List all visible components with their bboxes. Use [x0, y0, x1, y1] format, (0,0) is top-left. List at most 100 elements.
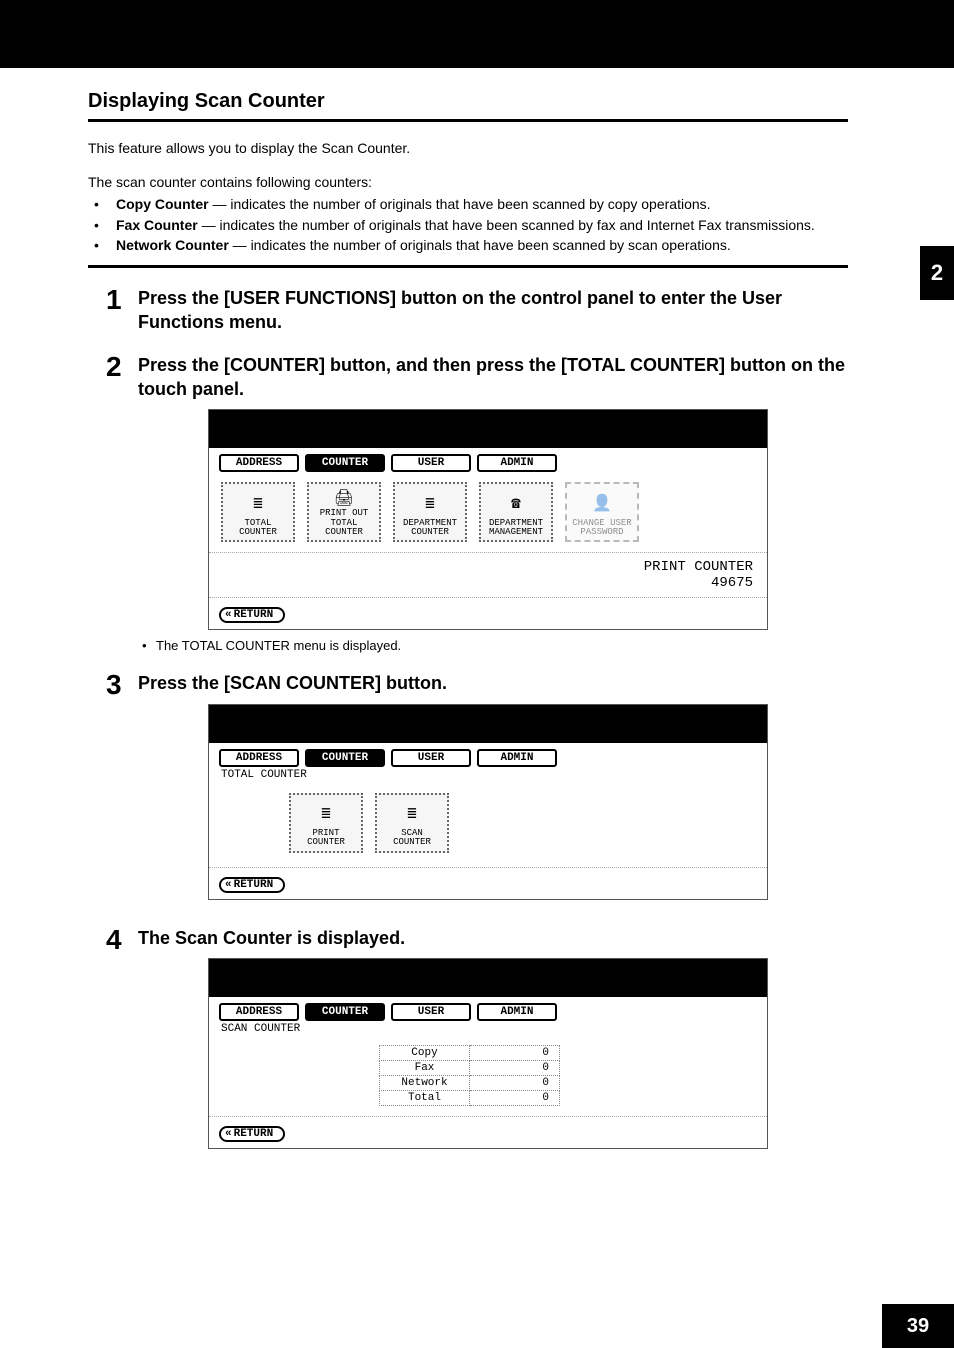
- table-row: Total0: [380, 1090, 560, 1105]
- row-label: Copy: [380, 1045, 470, 1060]
- step-text: Press the [COUNTER] button, and then pre…: [138, 353, 848, 402]
- row-value: 0: [470, 1075, 560, 1090]
- section-title: Displaying Scan Counter: [88, 90, 848, 113]
- print-counter-readout: PRINT COUNTER 49675: [209, 552, 767, 597]
- user-icon: 👤: [592, 487, 612, 518]
- printer-icon: 🖨: [334, 487, 354, 509]
- counter-name: Copy Counter: [116, 196, 209, 212]
- print-counter-button[interactable]: ≣PRINTCOUNTER: [289, 793, 363, 853]
- step-number: 4: [106, 926, 138, 954]
- step-text: Press the [SCAN COUNTER] button.: [138, 671, 848, 695]
- readout-value: 49675: [711, 575, 753, 591]
- tab-counter[interactable]: COUNTER: [305, 454, 385, 472]
- tab-row: ADDRESS COUNTER USER ADMIN: [209, 448, 767, 474]
- breadcrumb-label: SCAN COUNTER: [209, 1023, 767, 1039]
- tab-user[interactable]: USER: [391, 454, 471, 472]
- icon-row: ≣TOTALCOUNTER 🖨PRINT OUTTOTAL COUNTER ≣D…: [209, 474, 767, 556]
- readout-label: PRINT COUNTER: [644, 559, 753, 575]
- panel-header-strip: [209, 959, 767, 997]
- mid-rule: [88, 265, 848, 268]
- counter-list: Copy Counter — indicates the number of o…: [88, 194, 848, 255]
- panel-bottom-row: RETURN: [209, 1116, 767, 1148]
- step-3: 3 Press the [SCAN COUNTER] button. ADDRE…: [88, 671, 848, 907]
- counter-name: Fax Counter: [116, 217, 198, 233]
- touch-panel-scan-counter: ADDRESS COUNTER USER ADMIN SCAN COUNTER …: [208, 958, 768, 1149]
- counter-desc: — indicates the number of originals that…: [198, 217, 815, 233]
- panel-header-strip: [209, 705, 767, 743]
- icon-row: ≣PRINTCOUNTER ≣SCANCOUNTER: [209, 785, 767, 867]
- step-2: 2 Press the [COUNTER] button, and then p…: [88, 353, 848, 654]
- tab-counter[interactable]: COUNTER: [305, 1003, 385, 1021]
- department-management-button[interactable]: ☎DEPARTMENTMANAGEMENT: [479, 482, 553, 542]
- tab-row: ADDRESS COUNTER USER ADMIN: [209, 743, 767, 769]
- list-icon: ≣: [321, 798, 331, 829]
- counter-desc: — indicates the number of originals that…: [209, 196, 711, 212]
- list-icon: ≣: [253, 487, 263, 518]
- panel-bottom-row: RETURN: [209, 867, 767, 899]
- tab-row: ADDRESS COUNTER USER ADMIN: [209, 997, 767, 1023]
- tab-admin[interactable]: ADMIN: [477, 1003, 557, 1021]
- step-text: The Scan Counter is displayed.: [138, 926, 848, 950]
- page-content: Displaying Scan Counter This feature all…: [88, 90, 848, 1175]
- scan-counter-button[interactable]: ≣SCANCOUNTER: [375, 793, 449, 853]
- return-button[interactable]: RETURN: [219, 1126, 285, 1142]
- row-value: 0: [470, 1090, 560, 1105]
- table-row: Fax0: [380, 1060, 560, 1075]
- return-button[interactable]: RETURN: [219, 607, 285, 623]
- list-item: Fax Counter — indicates the number of or…: [102, 215, 848, 235]
- icon-label: DEPARTMENTCOUNTER: [403, 519, 457, 538]
- chapter-tab: 2: [920, 246, 954, 300]
- breadcrumb-label: TOTAL COUNTER: [209, 769, 767, 785]
- row-value: 0: [470, 1060, 560, 1075]
- top-black-bar: [0, 0, 954, 68]
- scan-counter-table: Copy0 Fax0 Network0 Total0: [379, 1045, 560, 1106]
- step-1: 1 Press the [USER FUNCTIONS] button on t…: [88, 286, 848, 335]
- page-footer: 39: [0, 1304, 954, 1348]
- panel-header-strip: [209, 410, 767, 448]
- department-counter-button[interactable]: ≣DEPARTMENTCOUNTER: [393, 482, 467, 542]
- tab-address[interactable]: ADDRESS: [219, 1003, 299, 1021]
- tab-address[interactable]: ADDRESS: [219, 454, 299, 472]
- row-label: Network: [380, 1075, 470, 1090]
- total-counter-button[interactable]: ≣TOTALCOUNTER: [221, 482, 295, 542]
- row-value: 0: [470, 1045, 560, 1060]
- tab-admin[interactable]: ADMIN: [477, 454, 557, 472]
- section-rule: [88, 119, 848, 122]
- tab-admin[interactable]: ADMIN: [477, 749, 557, 767]
- list-icon: ≣: [407, 798, 417, 829]
- counter-name: Network Counter: [116, 237, 229, 253]
- step-number: 3: [106, 671, 138, 699]
- step-number: 1: [106, 286, 138, 314]
- touch-panel-counter-menu: ADDRESS COUNTER USER ADMIN ≣TOTALCOUNTER…: [208, 409, 768, 630]
- table-row: Copy0: [380, 1045, 560, 1060]
- tab-user[interactable]: USER: [391, 1003, 471, 1021]
- page-number: 39: [882, 1304, 954, 1348]
- icon-label: SCANCOUNTER: [393, 829, 431, 848]
- icon-label: PRINTCOUNTER: [307, 829, 345, 848]
- list-icon: ≣: [425, 487, 435, 518]
- row-label: Fax: [380, 1060, 470, 1075]
- icon-label: CHANGE USERPASSWORD: [572, 519, 631, 538]
- icon-label: DEPARTMENTMANAGEMENT: [489, 519, 543, 538]
- icon-label: TOTALCOUNTER: [239, 519, 277, 538]
- tab-user[interactable]: USER: [391, 749, 471, 767]
- intro-text: This feature allows you to display the S…: [88, 138, 848, 158]
- change-password-button[interactable]: 👤CHANGE USERPASSWORD: [565, 482, 639, 542]
- counter-desc: — indicates the number of originals that…: [229, 237, 731, 253]
- department-icon: ☎: [511, 487, 521, 518]
- tab-counter[interactable]: COUNTER: [305, 749, 385, 767]
- step-4: 4 The Scan Counter is displayed. ADDRESS…: [88, 926, 848, 1157]
- table-row: Network0: [380, 1075, 560, 1090]
- step-number: 2: [106, 353, 138, 381]
- counters-intro: The scan counter contains following coun…: [88, 174, 848, 190]
- row-label: Total: [380, 1090, 470, 1105]
- step-2-note: The TOTAL COUNTER menu is displayed.: [138, 638, 848, 653]
- icon-label: PRINT OUTTOTAL COUNTER: [311, 509, 377, 537]
- step-text: Press the [USER FUNCTIONS] button on the…: [138, 286, 848, 335]
- list-item: Copy Counter — indicates the number of o…: [102, 194, 848, 214]
- return-button[interactable]: RETURN: [219, 877, 285, 893]
- panel-bottom-row: RETURN: [209, 597, 767, 629]
- print-out-total-button[interactable]: 🖨PRINT OUTTOTAL COUNTER: [307, 482, 381, 542]
- touch-panel-total-counter: ADDRESS COUNTER USER ADMIN TOTAL COUNTER…: [208, 704, 768, 900]
- tab-address[interactable]: ADDRESS: [219, 749, 299, 767]
